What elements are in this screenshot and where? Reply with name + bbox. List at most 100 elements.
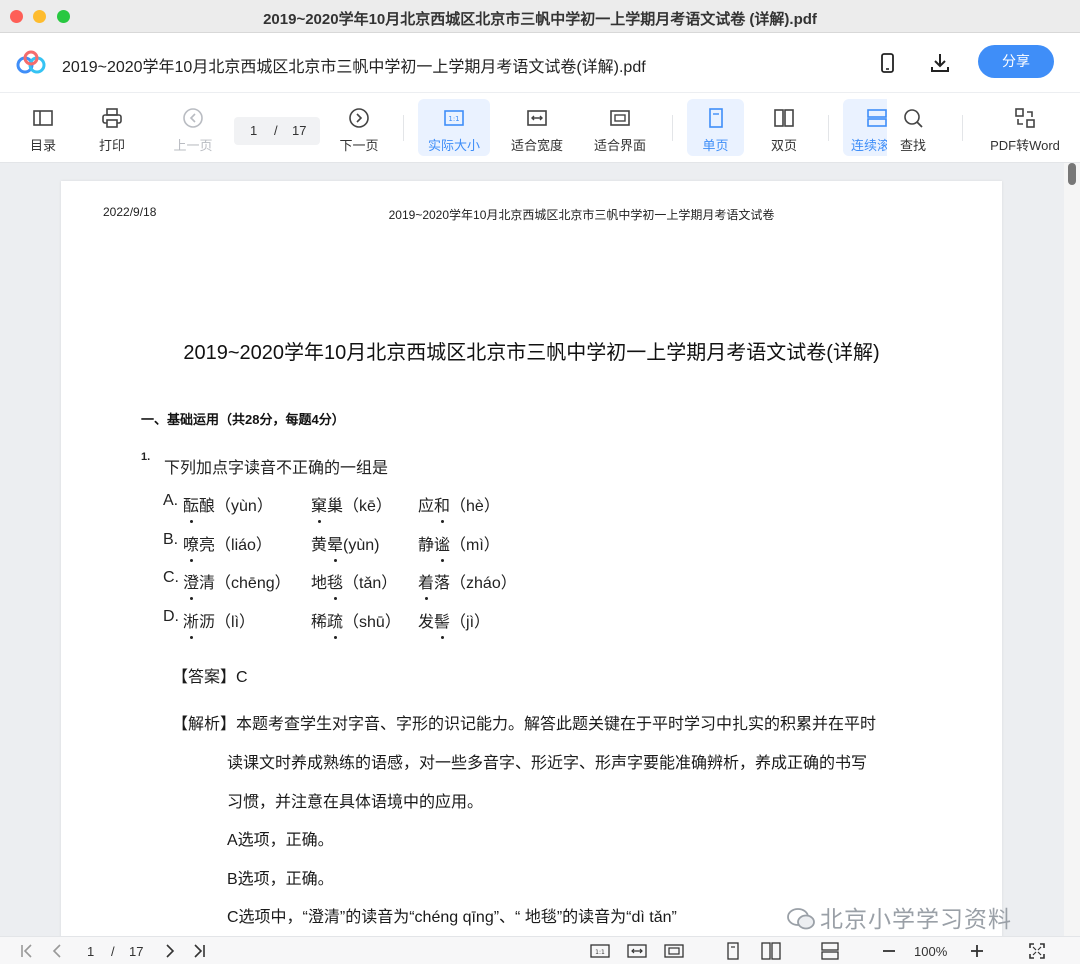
dotted-character: 淅 (183, 608, 199, 639)
double-page-button[interactable]: 双页 (758, 99, 810, 156)
toolbar-divider (672, 115, 673, 141)
option-word: 酝酿（yùn） (183, 492, 273, 523)
page-separator: / (274, 123, 278, 138)
dotted-character: 着 (418, 569, 434, 600)
window-titlebar: 2019~2020学年10月北京西城区北京市三帆中学初一上学期月考语文试卷 (详… (0, 0, 1080, 33)
option-text: 发 (418, 614, 435, 631)
bottom-current-page[interactable]: 1 (87, 944, 94, 959)
print-label: 打印 (98, 138, 125, 153)
option-word: 窠巢（kē） (311, 492, 392, 523)
toc-label: 目录 (29, 138, 56, 153)
next-page-button[interactable]: 下一页 (334, 99, 384, 156)
question-number: 1. (141, 451, 151, 463)
option-label: D. (163, 608, 179, 625)
prev-page-label: 上一页 (173, 138, 213, 153)
search-icon (904, 109, 923, 128)
option-word: 黄晕(yùn) (311, 531, 379, 562)
dotted-character: 嘹 (183, 531, 199, 562)
analysis-line: 读课文时养成熟练的语感，对一些多音字、形近字、形声字要能准确辨析，养成正确的书写 (227, 755, 868, 772)
continuous-scroll-icon[interactable] (821, 942, 839, 960)
dotted-character: 髻 (434, 608, 450, 639)
next-page-label: 下一页 (339, 138, 379, 153)
option-text: 酿（yùn） (199, 498, 273, 515)
wechat-watermark: 北京小学学习资料 (786, 900, 1012, 934)
dotted-character: 疏 (327, 608, 343, 639)
bottom-total-pages: 17 (129, 944, 144, 959)
download-icon[interactable] (927, 50, 953, 76)
double-page-icon[interactable] (761, 942, 781, 960)
dotted-character: 酝 (183, 492, 199, 523)
analysis-line: 习惯，并注意在具体语境中的应用。 (227, 794, 484, 811)
continuous-scroll-button[interactable]: 连续滚 (843, 99, 887, 156)
dotted-character: 窠 (311, 492, 327, 523)
convert-icon (1015, 108, 1035, 128)
toc-button[interactable]: 目录 (20, 99, 66, 156)
option-word: 澄清（chēng） (183, 569, 291, 600)
option-text: 黄 (311, 537, 328, 554)
chevron-right-circle-icon (349, 108, 369, 128)
dotted-character: 谧 (434, 531, 450, 562)
bottom-page-separator: / (111, 944, 115, 959)
toolbar-divider (403, 115, 404, 141)
question-text: 下列加点字读音不正确的一组是 (164, 460, 389, 477)
find-label: 查找 (899, 138, 926, 153)
baidu-netdisk-logo-icon (16, 50, 46, 74)
actual-size-icon[interactable]: 1:1 (590, 942, 610, 960)
option-text: 落（zháo） (434, 575, 517, 592)
continuous-scroll-label: 连续滚 (851, 138, 887, 153)
double-page-icon (774, 109, 794, 127)
option-label: C. (163, 569, 179, 586)
vertical-scrollbar[interactable] (1064, 163, 1080, 936)
last-page-icon[interactable] (190, 942, 208, 960)
option-text: 静 (418, 537, 435, 554)
share-button[interactable]: 分享 (978, 45, 1054, 78)
scrollbar-thumb[interactable] (1068, 163, 1076, 185)
option-text: 巢（kē） (327, 498, 392, 515)
option-text: （hè） (450, 498, 500, 515)
option-text: 稀 (311, 614, 328, 631)
document-viewer[interactable]: 2022/9/18 2019~2020学年10月北京西城区北京市三帆中学初一上学… (0, 163, 1080, 936)
next-page-icon[interactable] (161, 942, 179, 960)
single-page-icon[interactable] (724, 942, 742, 960)
option-word: 嘹亮（liáo） (183, 531, 272, 562)
double-page-label: 双页 (770, 138, 797, 153)
zoom-in-icon[interactable] (968, 942, 986, 960)
option-text: 地 (311, 575, 328, 592)
running-header: 2019~2020学年10月北京西城区北京市三帆中学初一上学期月考语文试卷 (388, 208, 775, 222)
dotted-character: 毯 (327, 569, 343, 600)
app-header: 2019~2020学年10月北京西城区北京市三帆中学初一上学期月考语文试卷(详解… (0, 33, 1080, 93)
fit-width-button[interactable]: 适合宽度 (502, 99, 572, 156)
prev-page-button[interactable]: 上一页 (168, 99, 218, 156)
fullscreen-icon[interactable] (1028, 942, 1046, 960)
actual-size-label: 实际大小 (427, 138, 480, 153)
option-text: （mì） (450, 537, 500, 554)
first-page-icon[interactable] (18, 942, 36, 960)
option-word: 地毯（tǎn） (311, 569, 398, 600)
find-button[interactable]: 查找 (888, 99, 938, 156)
section-heading: 一、基础运用（共28分，每题4分） (141, 412, 345, 427)
fit-width-icon[interactable] (627, 942, 647, 960)
total-pages: 17 (292, 123, 307, 138)
option-text: （tǎn） (343, 575, 398, 592)
chevron-left-circle-icon (183, 108, 203, 128)
zoom-out-icon[interactable] (880, 942, 898, 960)
analysis-line: B选项，正确。 (227, 871, 334, 888)
analysis-line: 【解析】本题考查学生对字音、字形的识记能力。解答此题关键在于平时学习中扎实的积累… (172, 716, 877, 733)
prev-page-icon[interactable] (48, 942, 66, 960)
option-word: 静谧（mì） (418, 531, 500, 562)
single-page-button[interactable]: 单页 (687, 99, 744, 156)
fit-page-icon[interactable] (664, 942, 684, 960)
actual-size-button[interactable]: 1:1 实际大小 (418, 99, 490, 156)
mobile-view-icon[interactable] (874, 50, 900, 76)
current-page-input[interactable]: 1 (250, 123, 257, 138)
option-text: （jì） (450, 614, 491, 631)
pdf-to-word-button[interactable]: PDF转Word (982, 99, 1068, 156)
window-title: 2019~2020学年10月北京西城区北京市三帆中学初一上学期月考语文试卷 (详… (263, 11, 817, 28)
dotted-character: 晕 (327, 531, 343, 562)
page-number-box[interactable]: 1 / 17 (234, 117, 320, 145)
print-button[interactable]: 打印 (89, 99, 135, 156)
fit-width-icon (527, 110, 547, 126)
toolbar-divider (828, 115, 829, 141)
single-page-icon (708, 108, 723, 128)
fit-page-button[interactable]: 适合界面 (585, 99, 655, 156)
